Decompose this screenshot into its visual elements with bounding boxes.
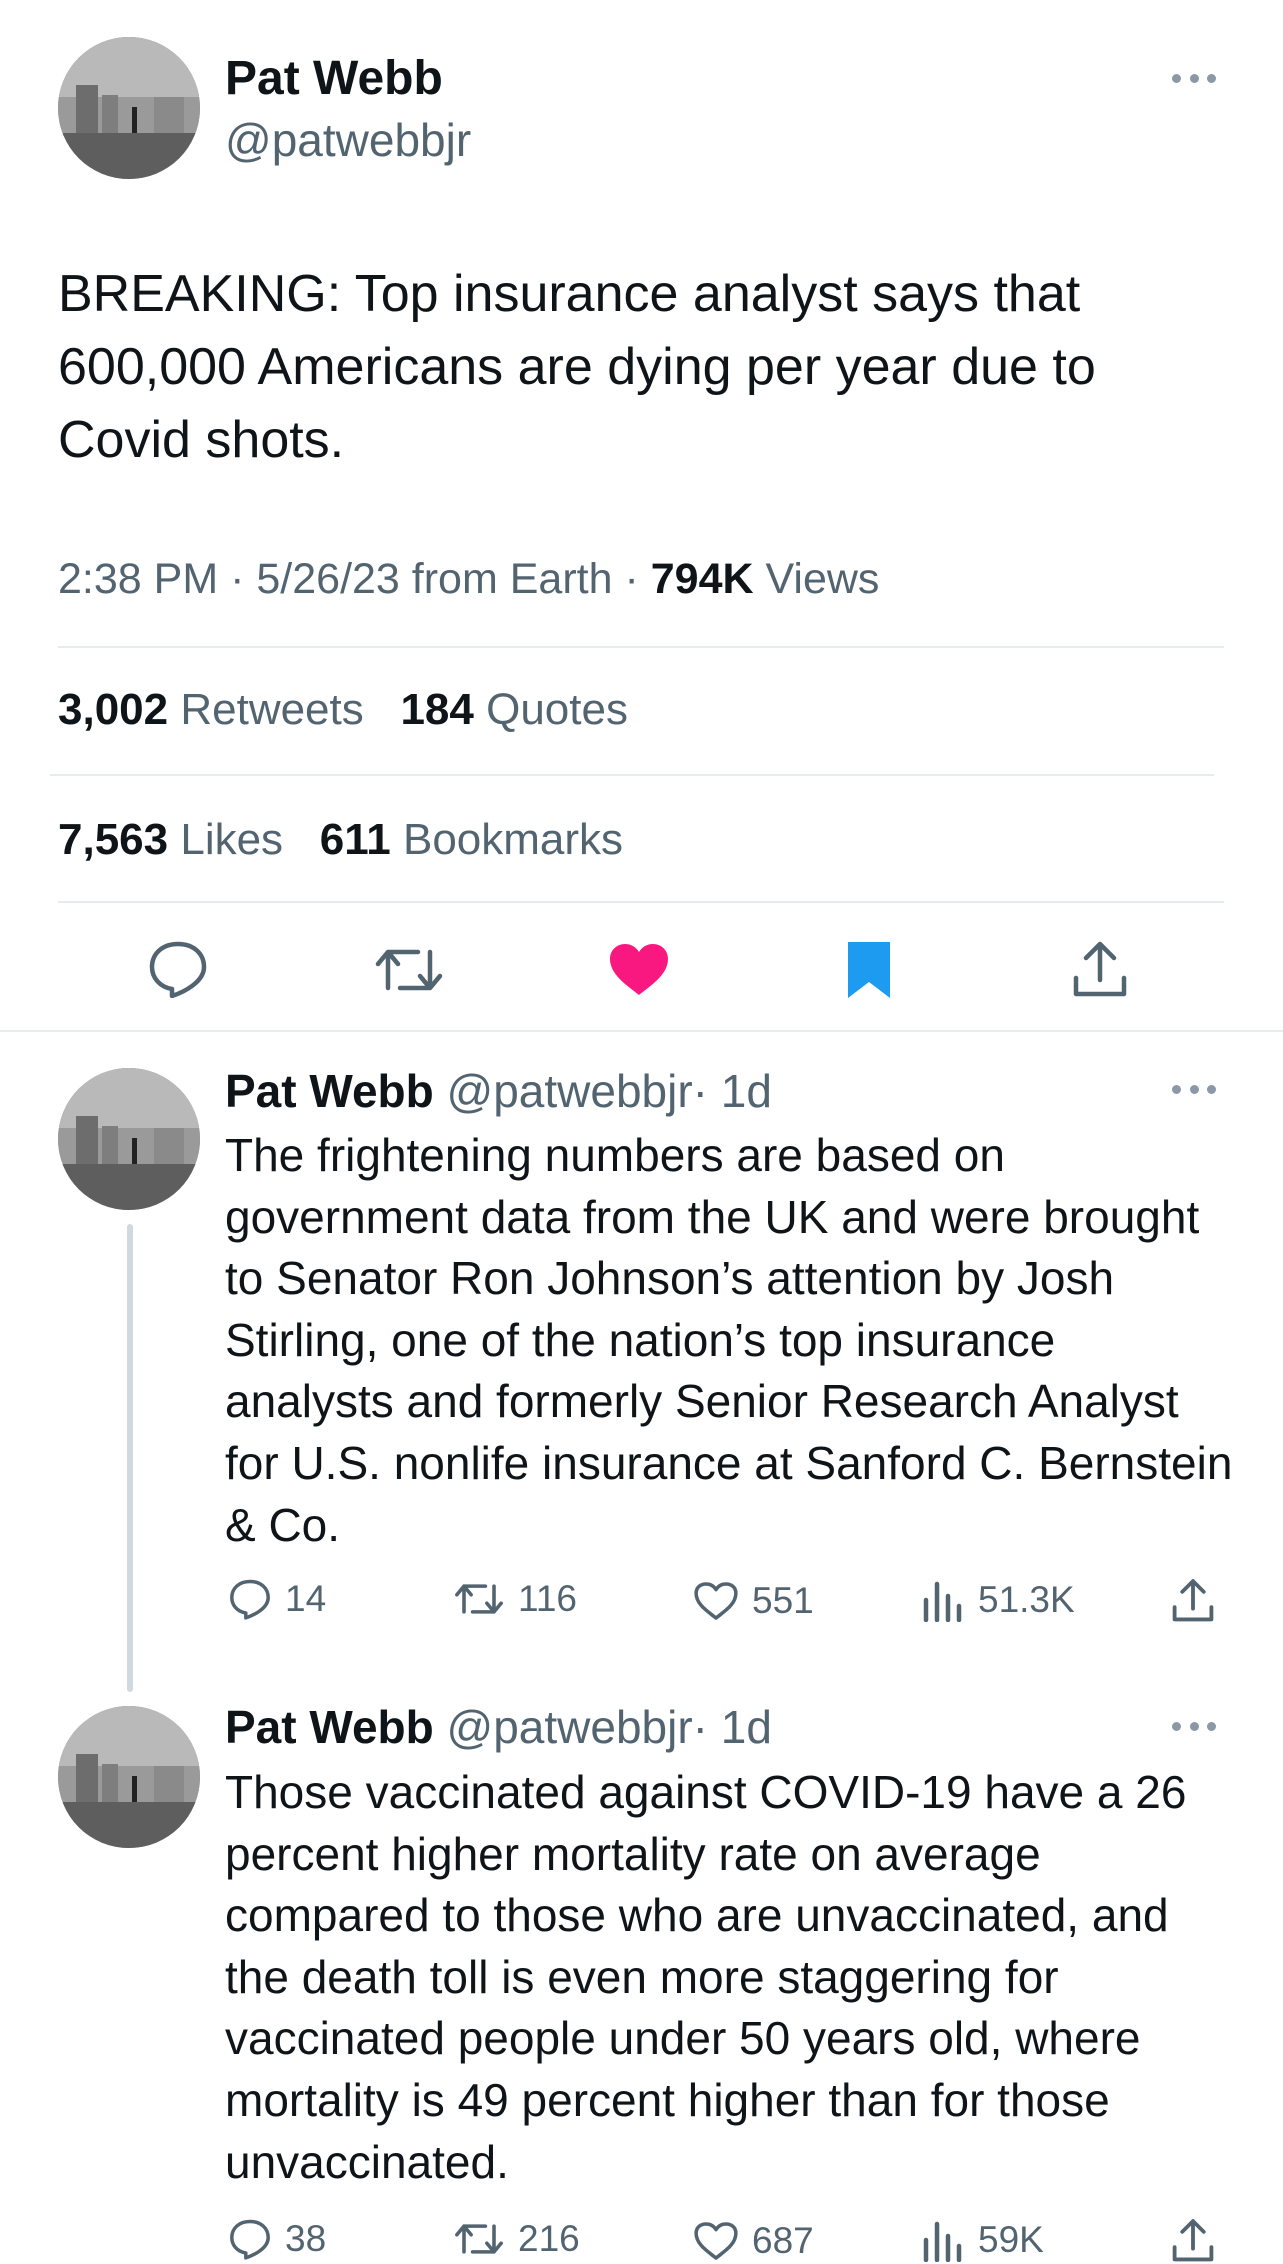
likes-stat[interactable]: 7,563 Likes — [58, 815, 283, 864]
more-icon[interactable] — [1172, 72, 1216, 84]
views-count: 51.3K — [978, 1579, 1075, 1620]
likes-count: 7,563 — [58, 815, 169, 864]
reply-age[interactable]: · 1d — [693, 1065, 772, 1117]
reply-author-handle[interactable]: @patwebbjr — [447, 1065, 693, 1117]
tweet-date-source[interactable]: 5/26/23 from Earth — [256, 555, 612, 603]
likes-bookmarks-row: 7,563 Likes 611 Bookmarks — [58, 815, 623, 865]
quotes-count: 184 — [400, 685, 474, 734]
bookmark-icon[interactable] — [846, 940, 892, 1005]
reply-header: Pat Webb @patwebbjr· 1d — [225, 1064, 772, 1118]
avatar[interactable] — [58, 1068, 200, 1210]
quotes-label: Quotes — [486, 685, 628, 734]
retweet-count-button[interactable]: 116 — [454, 1578, 577, 1620]
retweets-label: Retweets — [180, 685, 364, 734]
bookmarks-stat[interactable]: 611 Bookmarks — [320, 815, 623, 864]
retweets-count: 3,002 — [58, 685, 169, 734]
quotes-stat[interactable]: 184 Quotes — [400, 685, 628, 734]
author-handle[interactable]: @patwebbjr — [225, 113, 471, 167]
like-count: 687 — [752, 2220, 814, 2261]
reply-author-name[interactable]: Pat Webb — [225, 1065, 434, 1117]
views-count-button[interactable]: 51.3K — [922, 1578, 1075, 1622]
tweet-text: BREAKING: Top insurance analyst says tha… — [58, 265, 1096, 469]
views-count: 59K — [978, 2219, 1044, 2260]
reply-age[interactable]: · 1d — [693, 1701, 772, 1753]
more-icon[interactable] — [1172, 1083, 1216, 1095]
bookmarks-count: 611 — [319, 815, 391, 864]
retweet-count: 116 — [518, 1578, 577, 1619]
divider — [58, 901, 1224, 903]
like-icon[interactable] — [608, 943, 670, 1002]
share-icon[interactable] — [1171, 2218, 1229, 2264]
reply-text: Those vaccinated against COVID-19 have a… — [225, 1766, 1187, 2188]
reply-count-button[interactable]: 38 — [229, 2218, 326, 2260]
views-label: Views — [765, 555, 880, 603]
likes-label: Likes — [180, 815, 284, 864]
retweets-quotes-row: 3,002 Retweets 184 Quotes — [58, 685, 628, 735]
thread-line — [127, 1224, 133, 1692]
views-count: 794K — [650, 555, 754, 603]
avatar[interactable] — [58, 1706, 200, 1848]
divider — [50, 774, 1214, 776]
share-icon[interactable] — [1072, 940, 1128, 1005]
retweet-count-button[interactable]: 216 — [454, 2218, 580, 2260]
reply-author-name[interactable]: Pat Webb — [225, 1701, 434, 1753]
reply-count: 14 — [285, 1578, 327, 1619]
retweet-icon[interactable] — [374, 942, 444, 1003]
avatar[interactable] — [58, 37, 200, 179]
more-icon[interactable] — [1172, 1720, 1216, 1732]
retweets-stat[interactable]: 3,002 Retweets — [58, 685, 364, 734]
share-icon[interactable] — [1171, 1578, 1229, 1624]
reply-author-handle[interactable]: @patwebbjr — [447, 1701, 693, 1753]
author-name[interactable]: Pat Webb — [225, 51, 443, 106]
reply-count-button[interactable]: 14 — [229, 1578, 326, 1620]
like-count-button[interactable]: 687 — [694, 2220, 814, 2262]
views-count-button[interactable]: 59K — [922, 2218, 1044, 2262]
reply-text: The frightening numbers are based on gov… — [225, 1129, 1233, 1551]
reply-header: Pat Webb @patwebbjr· 1d — [225, 1700, 772, 1754]
meta-separator: · — [624, 555, 639, 603]
tweet-time[interactable]: 2:38 PM — [58, 555, 218, 603]
reply-count: 38 — [285, 2218, 327, 2259]
divider — [58, 646, 1224, 648]
bookmarks-label: Bookmarks — [402, 815, 624, 864]
retweet-count: 216 — [518, 2218, 580, 2259]
tweet-meta: 2:38 PM · 5/26/23 from Earth · 794K View… — [58, 555, 879, 604]
meta-separator: · — [230, 555, 245, 603]
like-count-button[interactable]: 551 — [694, 1580, 814, 1622]
divider — [0, 1030, 1283, 1032]
reply-icon[interactable] — [148, 940, 208, 1003]
like-count: 551 — [752, 1580, 814, 1621]
